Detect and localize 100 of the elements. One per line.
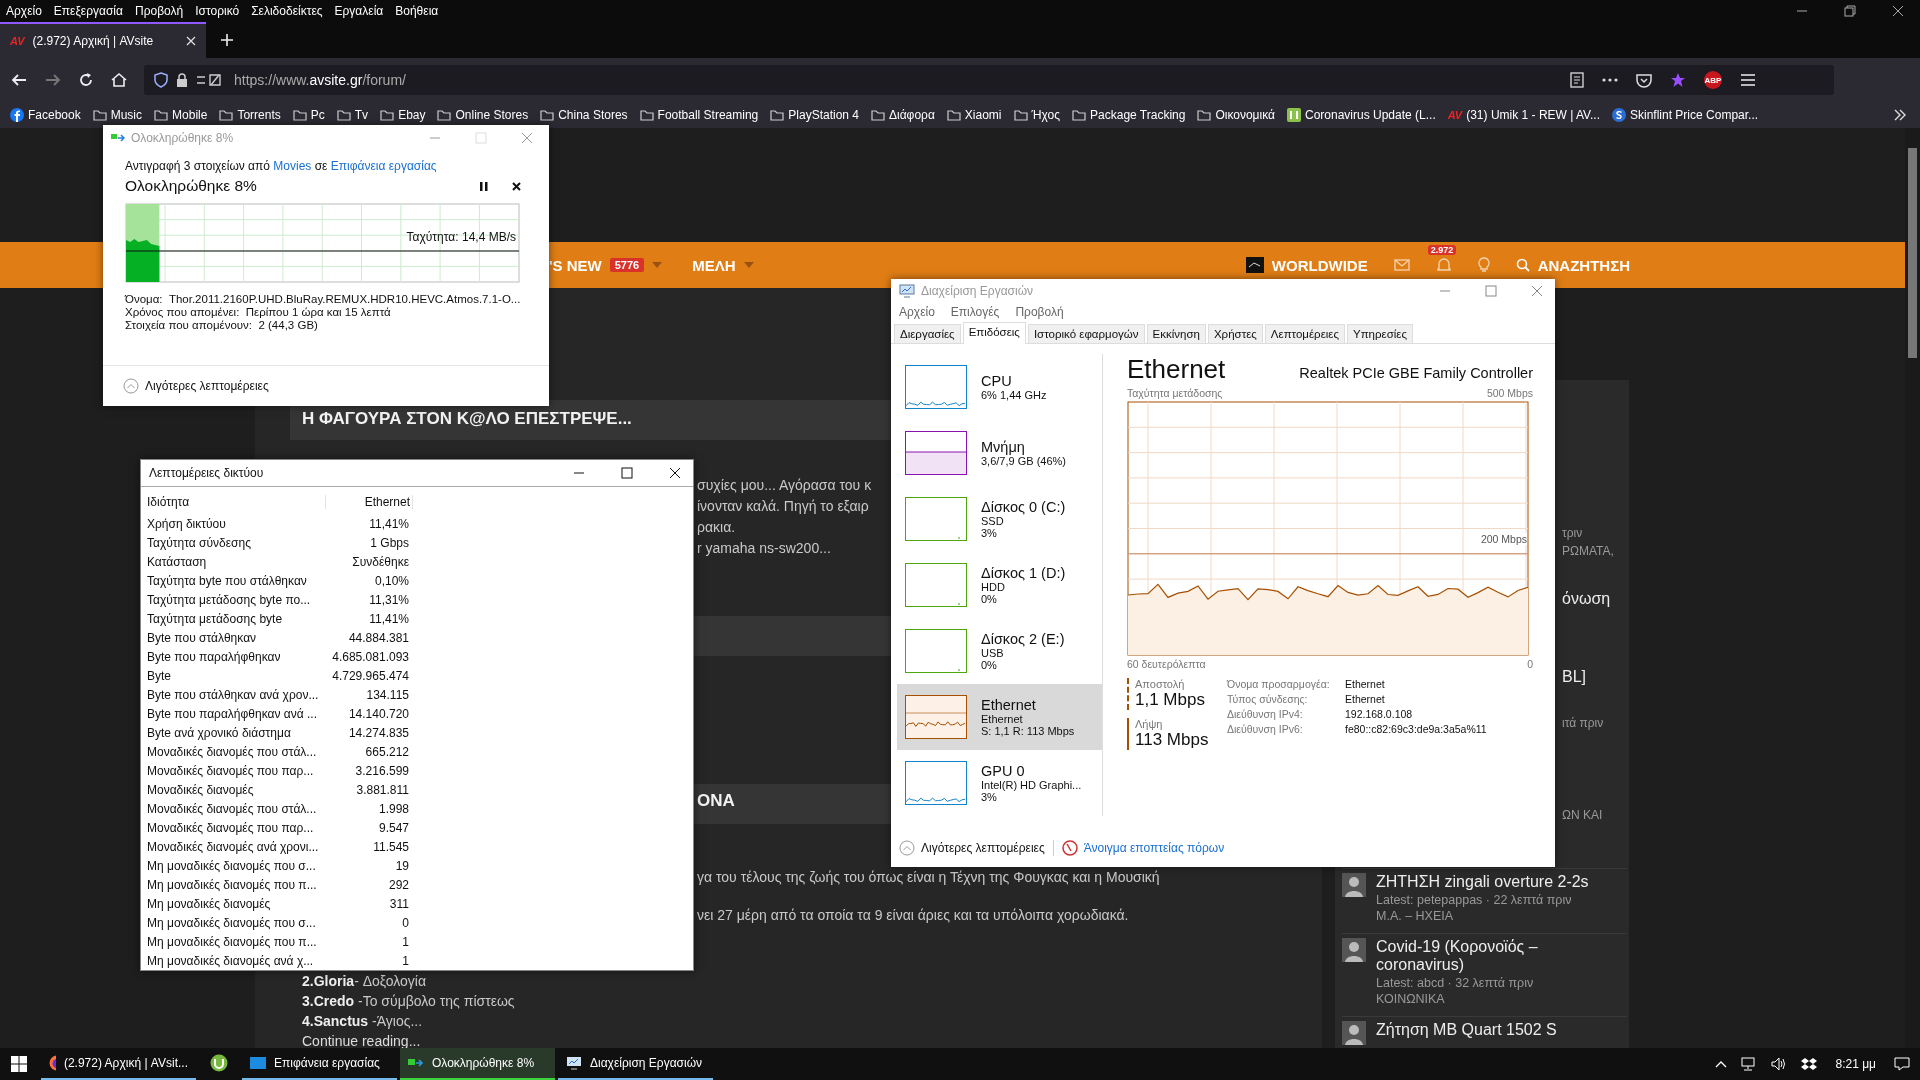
dropbox-icon[interactable]	[1801, 1057, 1818, 1071]
browser-tab[interactable]: AV (2.972) Αρχική | AVsite	[0, 22, 206, 58]
resource-item[interactable]: CPU 6% 1,44 GHz	[897, 353, 1102, 420]
taskbar-item[interactable]: Ολοκληρώθηκε 8%	[400, 1048, 555, 1080]
close-icon[interactable]	[512, 181, 521, 191]
bookmark[interactable]: Tv	[336, 108, 369, 122]
maximize-icon[interactable]	[621, 467, 633, 479]
star-icon[interactable]	[1670, 72, 1686, 88]
reload-icon[interactable]	[78, 72, 94, 88]
thread-link[interactable]: όνωση	[1562, 590, 1611, 608]
bookmark[interactable]: Pc	[292, 108, 325, 122]
bookmark[interactable]: Skinflint Price Compar...	[1612, 108, 1759, 122]
reader-view-icon[interactable]	[1570, 72, 1584, 88]
menu-item[interactable]: Αρχείο	[6, 4, 42, 18]
thread-link[interactable]: Covid-19 (Κορονοϊός – coronavirus)	[1376, 938, 1596, 974]
thread-link[interactable]: BL]	[1562, 668, 1586, 686]
forum-link[interactable]: Μ.Α. – ΗΧΕΙΑ	[1376, 909, 1596, 923]
back-icon[interactable]	[10, 72, 28, 88]
clock[interactable]: 8:21 μμ	[1835, 1057, 1876, 1071]
menu-item[interactable]: Ιστορικό	[195, 4, 240, 18]
forward-icon[interactable]	[44, 72, 62, 88]
menu-item[interactable]: Επιλογές	[950, 304, 1000, 319]
source-link[interactable]: Movies	[273, 159, 312, 173]
bookmark[interactable]: Xiaomi	[946, 108, 1002, 122]
speed-label: Ταχύτητα: 14,4 MB/s	[406, 230, 516, 244]
taskbar-item[interactable]: Διαχείριση Εργασιών	[558, 1048, 713, 1080]
table-cell-text: Ταχύτητα σύνδεσης	[147, 535, 252, 550]
network-icon[interactable]	[1741, 1057, 1758, 1071]
tab[interactable]: Υπηρεσίες	[1347, 323, 1413, 343]
tab[interactable]: Χρήστες	[1207, 323, 1263, 343]
column-header[interactable]: Ιδιότητα	[147, 495, 326, 509]
bookmark[interactable]: AV (31) Umik 1 - REW | AV...	[1447, 108, 1600, 122]
resource-item[interactable]: Δίσκος 1 (D:) HDD 0%	[897, 551, 1102, 618]
continue-link[interactable]: Continue reading...	[302, 1033, 421, 1049]
permissions-icon[interactable]	[196, 73, 222, 87]
nav-tab[interactable]: 'S NEW 5776	[549, 256, 663, 274]
bookmark[interactable]: PlayStation 4	[770, 108, 859, 122]
chevron-icon[interactable]	[1894, 109, 1906, 121]
bookmark[interactable]: Ήχος	[1013, 108, 1061, 122]
thread-title[interactable]: Η ΦΑΓΟΥΡΑ ΣΤΟΝ Κ@ΛΟ ΕΠΕΣΤΡΕΨΕ...	[302, 409, 632, 429]
bookmark[interactable]: Mobile	[154, 108, 208, 122]
tab[interactable]: Ιστορικό εφαρμογών	[1027, 323, 1145, 343]
tab[interactable]: Εκκίνηση	[1146, 323, 1206, 343]
pocket-icon[interactable]	[1636, 72, 1652, 88]
pause-icon[interactable]	[480, 181, 488, 191]
resource-item[interactable]: Δίσκος 2 (E:) USB 0%	[897, 617, 1102, 684]
bookmark[interactable]: Football Streaming	[639, 108, 759, 122]
bookmark[interactable]: Διάφορα	[871, 108, 935, 122]
menu-item[interactable]: Αρχείο	[899, 304, 935, 319]
menu-item[interactable]: Προβολή	[134, 4, 184, 18]
menu-item[interactable]: Βοήθεια	[395, 4, 439, 18]
bookmark[interactable]: Facebook	[10, 108, 81, 122]
bookmark[interactable]: Οικονομικά	[1197, 108, 1275, 122]
chevron-up-icon[interactable]	[1715, 1060, 1728, 1068]
post-text: νει 27 μέρη από τα οποία τα 9 είναι άριες και τα υπόλοιπα χορωδιακά.	[697, 907, 1129, 923]
resource-item[interactable]: GPU 0 Intel(R) HD Graphi... 3%	[897, 749, 1102, 816]
new-tab-icon[interactable]	[220, 33, 234, 47]
resource-item[interactable]: Δίσκος 0 (C:) SSD 3%	[897, 485, 1102, 552]
post-text: συχίες μου... Αγόρασα του κ	[697, 477, 872, 493]
volume-icon[interactable]	[1771, 1057, 1788, 1071]
destination-link[interactable]: Επιφάνεια εργασίας	[330, 159, 437, 173]
restore-icon[interactable]	[1844, 5, 1856, 17]
close-icon[interactable]	[1892, 5, 1904, 17]
bookmark[interactable]: Package Tracking	[1072, 108, 1186, 122]
thread-link[interactable]: ΖΗΤΗΣΗ zingali overture 2-2s	[1376, 873, 1596, 891]
more-icon[interactable]	[1602, 78, 1618, 82]
resource-item[interactable]: Μνήμη 3,6/7,9 GB (46%)	[897, 419, 1102, 486]
close-icon[interactable]	[669, 467, 681, 479]
bookmark[interactable]: Online Stores	[437, 108, 529, 122]
resource-monitor-link[interactable]: Άνοιγμα εποπτείας πόρων	[1061, 840, 1225, 857]
fewer-details-button[interactable]: Λιγότερες λεπτομέρειες	[123, 378, 269, 394]
progress-status: Ολοκληρώθηκε 8%	[125, 177, 258, 195]
menu-item[interactable]: Προβολή	[1015, 304, 1064, 319]
tab[interactable]: Επιδόσεις	[962, 321, 1026, 344]
menu-item[interactable]: Επεξεργασία	[53, 4, 123, 18]
taskbar-item[interactable]: Επιφάνεια εργασίας	[242, 1048, 397, 1080]
thread-title[interactable]: ΟΝΑ	[697, 791, 735, 811]
resource-stat: Ethernet	[981, 712, 1024, 725]
bookmark[interactable]: Torrents	[219, 108, 281, 122]
tab[interactable]: Διεργασίες	[894, 323, 961, 343]
thread-link[interactable]: Ζήτηση MB Quart 1502 S	[1376, 1021, 1596, 1039]
notification-icon[interactable]	[1894, 1057, 1910, 1071]
column-header[interactable]: Ethernet	[326, 495, 413, 509]
tab[interactable]: Λεπτομέρειες	[1264, 323, 1345, 343]
bookmark[interactable]: China Stores	[540, 108, 628, 122]
folder-icon	[154, 109, 169, 121]
bookmark[interactable]: Coronavirus Update (L...	[1287, 108, 1436, 122]
windows-start-icon[interactable]	[11, 1056, 27, 1072]
menu-icon[interactable]	[1740, 73, 1756, 87]
home-icon[interactable]	[110, 72, 128, 88]
url-text: https://www.avsite.gr/forum/	[234, 72, 406, 88]
bookmark[interactable]: Music	[92, 108, 143, 122]
bookmark[interactable]: Ebay	[380, 108, 426, 122]
forum-link[interactable]: ΚΟΙΝΩΝΙΚΑ	[1376, 992, 1596, 1006]
fewer-details-button[interactable]: Λιγότερες λεπτομέρειες	[899, 840, 1045, 857]
menu-item[interactable]: Εργαλεία	[334, 4, 384, 18]
resource-item[interactable]: Ethernet Ethernet S: 1,1 R: 113 Mbps	[897, 683, 1102, 750]
taskbar-item[interactable]: (2.972) Αρχική | AVsit...	[41, 1048, 196, 1080]
menu-item[interactable]: Σελιδοδείκτες	[251, 4, 323, 18]
shield-icon[interactable]	[154, 72, 168, 88]
